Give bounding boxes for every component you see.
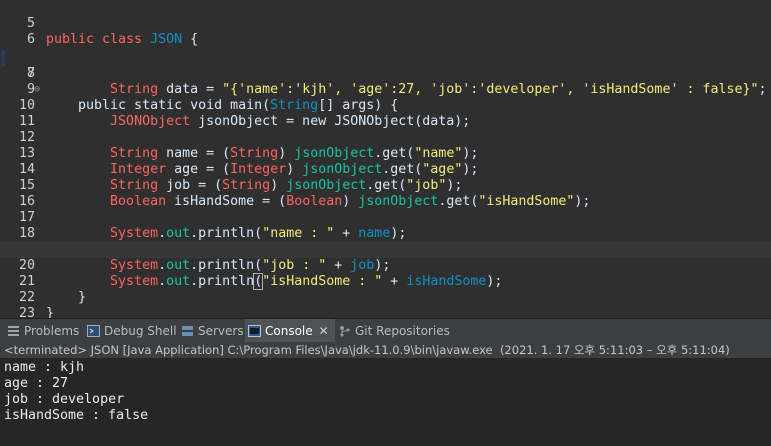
git-repositories-icon: [340, 326, 350, 337]
console-icon: [248, 325, 261, 337]
bottom-panel-tabbar: Problems Debug Shell Servers Console ✕ Gi…: [0, 318, 771, 343]
code-line: 22 }: [0, 274, 771, 318]
tab-console[interactable]: Console ✕: [245, 319, 335, 343]
code-line: 12 String name = (String) jsonObject.get…: [0, 114, 771, 161]
close-icon[interactable]: ✕: [319, 324, 329, 338]
code-line: 17 System.out.println("name : " + name);: [0, 194, 771, 241]
console-output-line: isHandSome : false: [4, 408, 149, 423]
tab-label: Debug Shell: [104, 324, 177, 338]
tab-label: Problems: [24, 324, 80, 338]
tab-git-repositories[interactable]: Git Repositories: [335, 319, 456, 343]
console-output-line: job : developer: [4, 392, 125, 407]
tab-servers[interactable]: Servers: [178, 319, 250, 343]
tab-debug-shell[interactable]: Debug Shell: [84, 319, 183, 343]
console-output-line: age : 27: [4, 376, 69, 391]
servers-icon: [182, 326, 193, 336]
problems-icon: [8, 326, 19, 336]
code-line: 9: [0, 66, 771, 97]
code-line: 18 System.out.println("age : " + age);: [0, 210, 771, 257]
code-line: 23: [0, 290, 771, 318]
code-line: 6: [0, 16, 771, 47]
code-line: 8 String data = "{'name':'kjh', 'age':27…: [0, 50, 771, 97]
code-editor[interactable]: 5 public class JSON { 6 7 ⊖ public stati…: [0, 0, 771, 318]
code-line: 11: [0, 98, 771, 129]
code-line: 21 }: [0, 258, 771, 305]
debug-shell-icon: [87, 325, 100, 337]
tab-label: Git Repositories: [355, 324, 450, 338]
code-text: }: [46, 306, 55, 318]
console-output[interactable]: name : kjh age : 27 job : developer isHa…: [0, 358, 771, 446]
code-line: 19 System.out.println("job : " + job);: [0, 226, 771, 273]
console-status-line: <terminated> JSON [Java Application] C:\…: [0, 342, 771, 358]
code-line: 15 Boolean isHandSome = (Boolean) jsonOb…: [0, 162, 771, 209]
code-line-active: 20 System.out.println("isHandSome : " + …: [0, 242, 771, 290]
console-output-line: name : kjh: [4, 360, 85, 375]
tab-label: Servers: [198, 324, 244, 338]
code-line: 5 public class JSON {: [0, 0, 771, 47]
code-line: 14 String job = (String) jsonObject.get(…: [0, 146, 771, 193]
line-number: 23: [18, 306, 35, 318]
code-line: 7 ⊖ public static void main(String[] arg…: [0, 34, 771, 113]
code-line: 10 JSONObject jsonObject = new JSONObjec…: [0, 82, 771, 129]
code-line: 16: [0, 178, 771, 209]
tab-label: Console: [265, 324, 313, 338]
code-line: 13 Integer age = (Integer) jsonObject.ge…: [0, 130, 771, 177]
tab-problems[interactable]: Problems: [4, 319, 85, 343]
